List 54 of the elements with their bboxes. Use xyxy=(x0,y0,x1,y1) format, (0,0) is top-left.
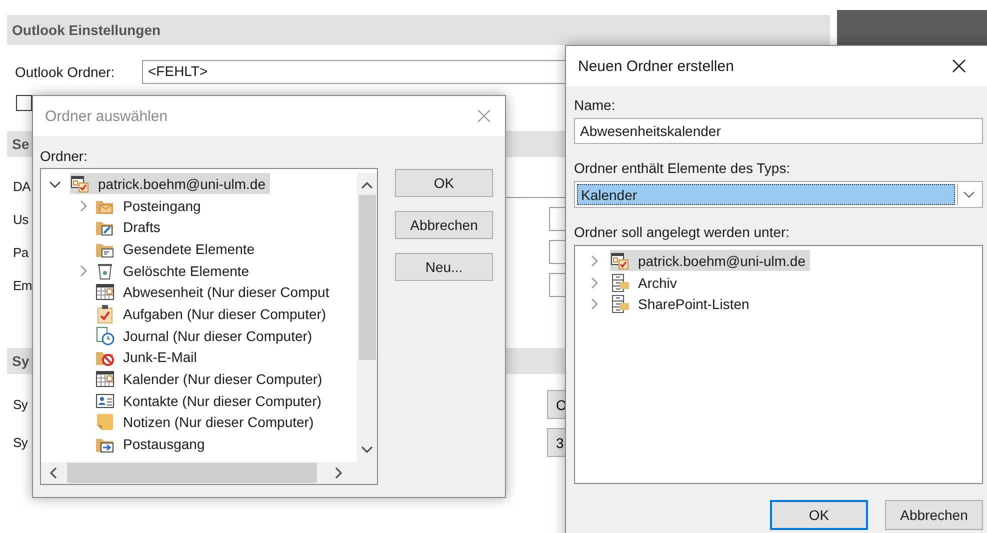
mailbox-icon xyxy=(610,250,630,271)
tree-item[interactable]: patrick.boehm@uni-ulm.de xyxy=(70,173,270,194)
archive-folder-icon xyxy=(610,294,630,314)
scroll-up-icon[interactable] xyxy=(361,181,373,189)
task-clipboard-icon xyxy=(95,304,115,324)
tree-item[interactable]: Notizen (Nur dieser Computer) xyxy=(95,412,318,433)
dialog-button[interactable]: Abbrechen xyxy=(395,211,493,239)
tree-item[interactable]: patrick.boehm@uni-ulm.de xyxy=(610,250,810,272)
journal-clock-icon xyxy=(95,326,115,346)
name-field[interactable]: Abwesenheitskalender xyxy=(574,118,983,144)
mailbox-icon xyxy=(70,174,90,194)
tree-item[interactable]: Archiv xyxy=(610,272,681,294)
type-dropdown[interactable]: Kalender xyxy=(574,181,983,208)
field-label: Sy xyxy=(12,397,28,412)
dialog-title: Neuen Ordner erstellen xyxy=(578,58,734,74)
field-label: Sy xyxy=(12,435,28,450)
field-label: Pa xyxy=(12,244,28,260)
archive-folder-icon xyxy=(610,272,630,293)
horizontal-scrollbar[interactable] xyxy=(41,462,377,484)
dialog-title: Ordner auswählen xyxy=(45,108,168,124)
dialog-button[interactable]: OK xyxy=(770,500,868,530)
note-icon xyxy=(95,412,115,432)
tree-item[interactable]: Aufgaben (Nur dieser Computer) xyxy=(95,303,330,324)
dialog-button[interactable]: OK xyxy=(395,169,493,197)
field-label: Em xyxy=(12,278,32,292)
vertical-scrollbar[interactable] xyxy=(357,173,377,462)
scroll-right-icon[interactable] xyxy=(335,467,343,479)
tree-item[interactable]: Abwesenheit (Nur dieser Comput xyxy=(95,282,334,303)
dialog-button[interactable]: Abbrechen xyxy=(885,500,983,530)
calendar-icon xyxy=(95,369,115,390)
field-label: DA xyxy=(12,178,30,194)
field-label: Us xyxy=(12,212,28,226)
tree-item[interactable]: Gesendete Elemente xyxy=(95,238,259,260)
tree-item[interactable]: Kontakte (Nur dieser Computer) xyxy=(95,390,326,412)
close-icon[interactable] xyxy=(952,59,966,73)
calendar-icon xyxy=(95,282,115,302)
scroll-down-icon[interactable] xyxy=(361,446,373,454)
section-header: Outlook Einstellungen xyxy=(7,15,830,45)
tree-item[interactable]: Drafts xyxy=(95,216,164,238)
scrollbar-thumb[interactable] xyxy=(358,195,376,360)
scroll-left-icon[interactable] xyxy=(49,467,57,479)
tree-item[interactable]: Postausgang xyxy=(95,434,209,455)
scrollbar-thumb[interactable] xyxy=(67,463,317,483)
tree-item[interactable]: Junk-E-Mail xyxy=(95,346,201,368)
tree-item[interactable]: Posteingang xyxy=(95,195,205,216)
tree-item[interactable]: Gelöschte Elemente xyxy=(95,260,254,282)
field-label: Ordner soll angelegt werden unter: xyxy=(574,224,790,240)
field-label: Ordner enthält Elemente des Typs: xyxy=(574,160,790,176)
tree-item[interactable]: Journal (Nur dieser Computer) xyxy=(95,325,316,346)
field-label: Outlook Ordner: xyxy=(14,64,116,80)
checkbox[interactable] xyxy=(16,95,32,111)
tree-item[interactable]: SharePoint-Listen xyxy=(610,294,754,315)
field-label: Name: xyxy=(574,97,616,113)
dialog-button[interactable]: Neu... xyxy=(395,253,493,281)
